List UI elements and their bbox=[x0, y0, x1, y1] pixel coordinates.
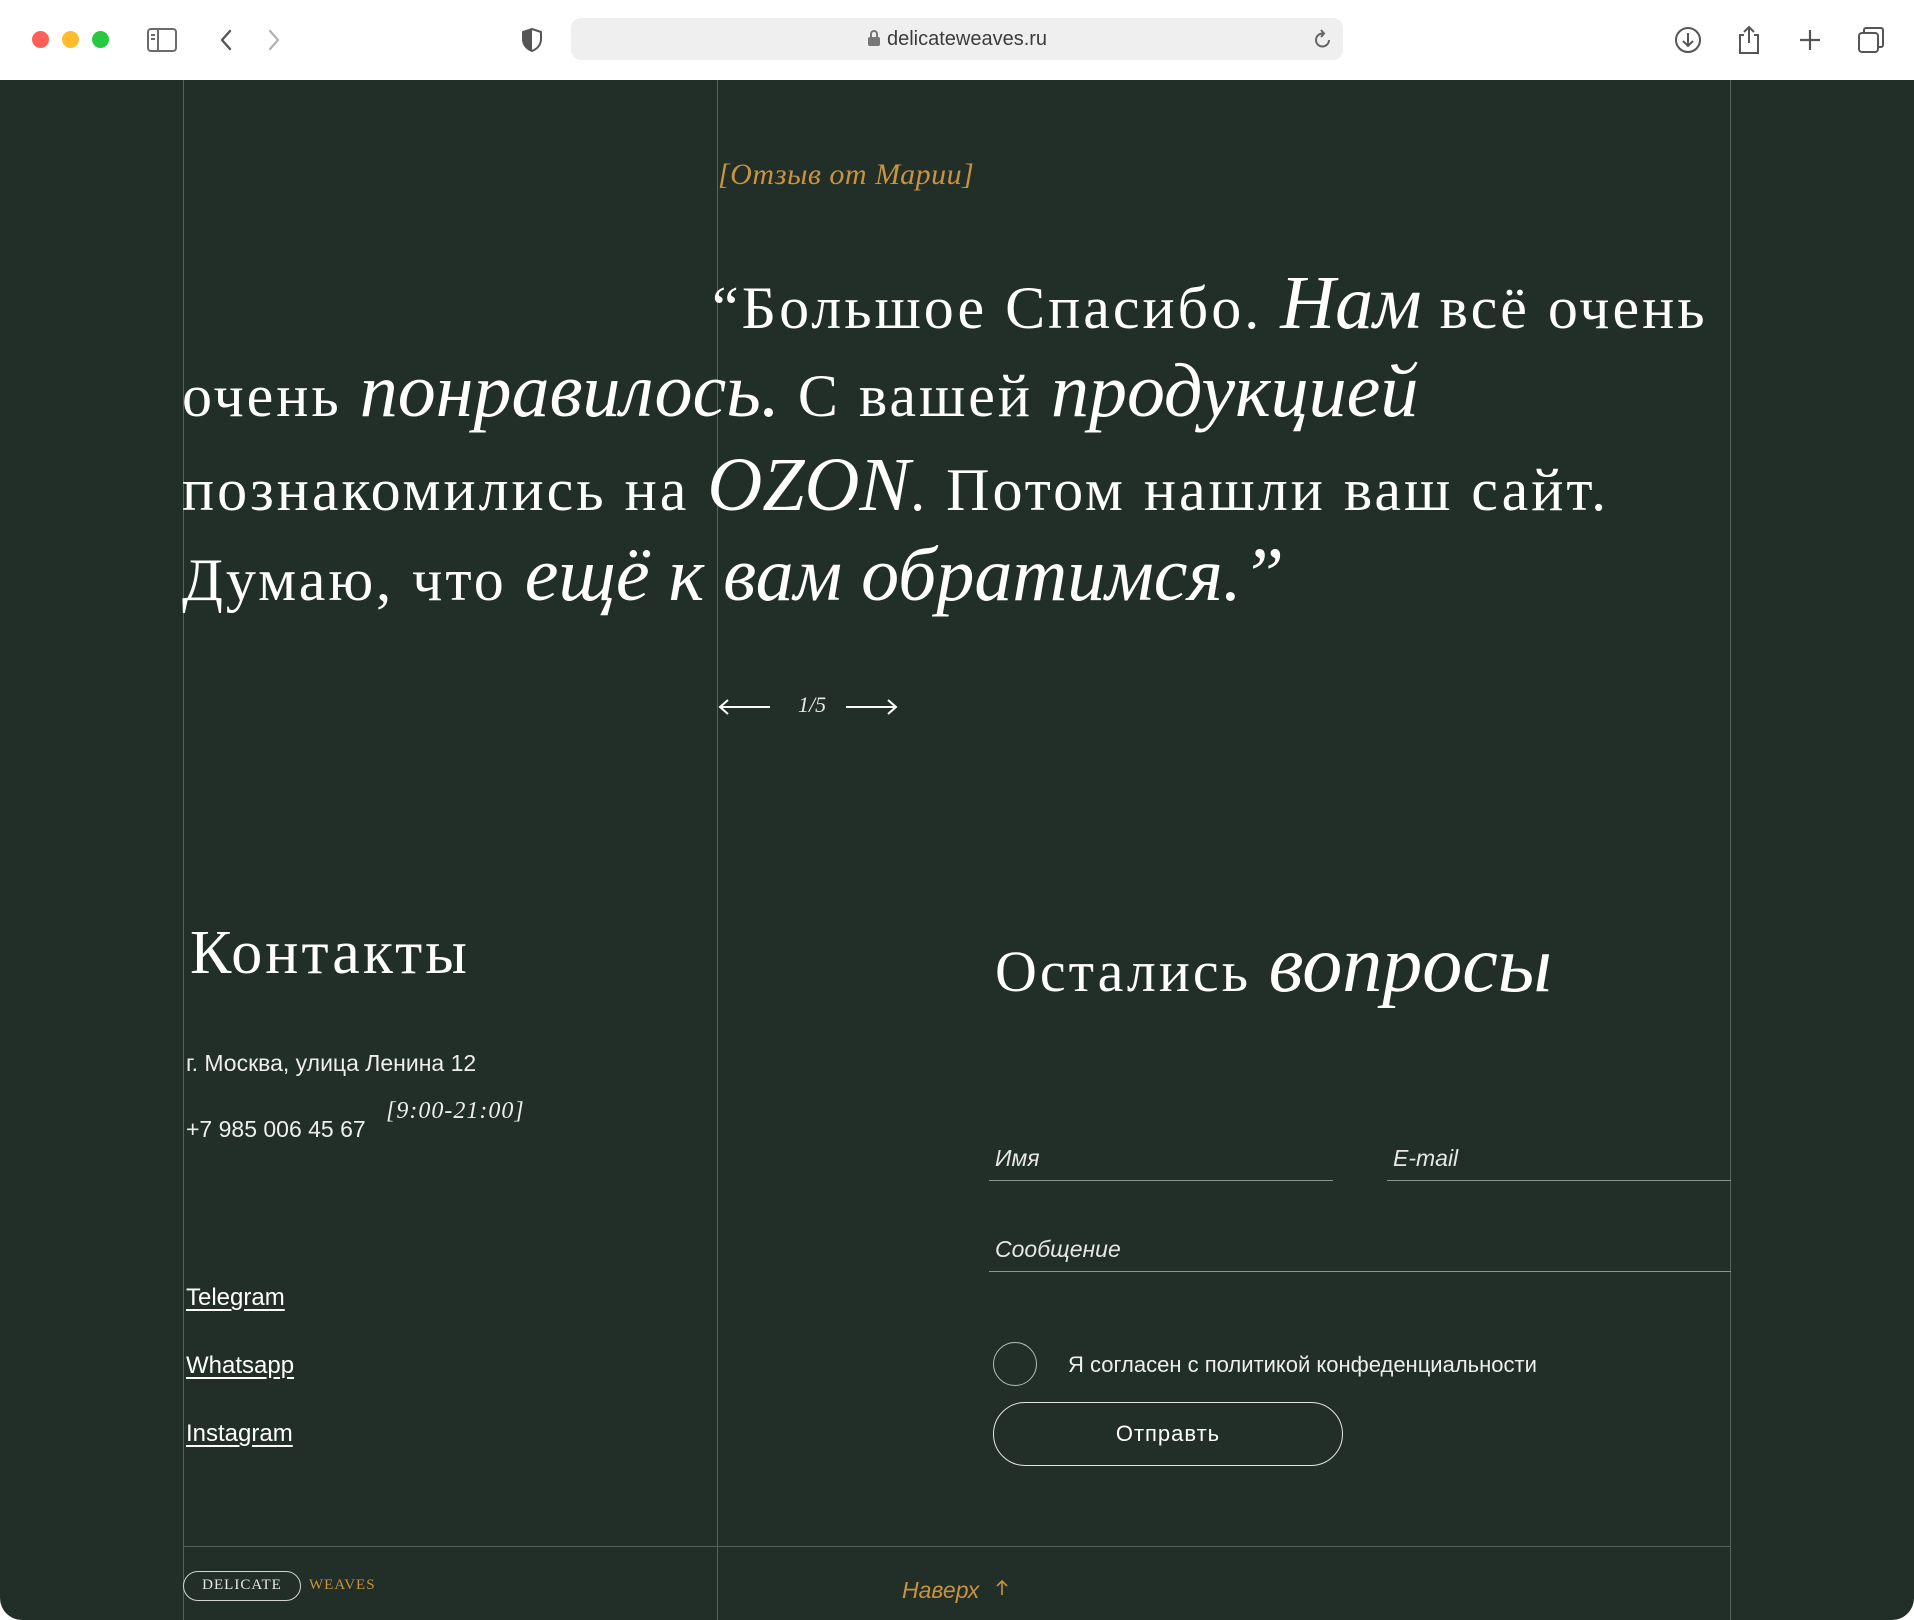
submit-button[interactable]: Отправть bbox=[993, 1402, 1343, 1466]
privacy-shield-icon[interactable] bbox=[518, 22, 546, 58]
name-input[interactable] bbox=[989, 1136, 1333, 1180]
consent-label: Я согласен с политикой конфеденциальност… bbox=[1068, 1352, 1537, 1377]
download-icon[interactable] bbox=[1672, 22, 1704, 58]
grid-line bbox=[1730, 80, 1731, 1620]
message-field bbox=[989, 1227, 1731, 1272]
contact-hours: [9:00-21:00] bbox=[386, 1098, 525, 1124]
review-quote-line: “Большое Спасибо. Нам всё очень bbox=[712, 261, 1708, 345]
sidebar-icon[interactable] bbox=[146, 22, 178, 58]
lock-icon bbox=[867, 20, 881, 62]
minimize-window-button[interactable] bbox=[62, 31, 79, 48]
email-input[interactable] bbox=[1387, 1136, 1731, 1180]
review-counter: 1/5 bbox=[798, 692, 827, 717]
reload-icon[interactable] bbox=[1313, 28, 1333, 55]
name-field bbox=[989, 1136, 1333, 1181]
review-author: [Отзыв от Марии] bbox=[718, 158, 975, 191]
back-to-top-link[interactable]: Наверх bbox=[902, 1577, 979, 1604]
next-review-arrow-icon[interactable] bbox=[844, 692, 898, 722]
contact-address: г. Москва, улица Ленина 12 bbox=[186, 1050, 477, 1076]
forward-icon[interactable] bbox=[262, 22, 286, 58]
share-icon[interactable] bbox=[1734, 22, 1764, 58]
back-icon[interactable] bbox=[214, 22, 238, 58]
message-input[interactable] bbox=[989, 1227, 1731, 1271]
review-quote-line: очень понравилось. С вашей продукцией bbox=[182, 349, 1419, 433]
browser-toolbar: delicateweaves.ru bbox=[0, 0, 1914, 81]
review-quote-line: Думаю, что ещё к вам обратимся.” bbox=[182, 533, 1285, 617]
contacts-title: Контакты bbox=[190, 919, 470, 987]
grid-line bbox=[183, 80, 184, 1620]
telegram-link[interactable]: Telegram bbox=[186, 1284, 285, 1312]
close-window-button[interactable] bbox=[32, 31, 49, 48]
new-tab-icon[interactable] bbox=[1796, 22, 1824, 58]
tab-overview-icon[interactable] bbox=[1856, 22, 1886, 58]
footer-divider bbox=[183, 1546, 1731, 1547]
whatsapp-link[interactable]: Whatsapp bbox=[186, 1352, 294, 1380]
arrow-up-icon[interactable] bbox=[995, 1579, 1009, 1602]
logo-delicate[interactable]: DELICATE bbox=[183, 1571, 301, 1601]
page-content: [Отзыв от Марии] “Большое Спасибо. Нам в… bbox=[0, 80, 1914, 1620]
consent-checkbox[interactable] bbox=[993, 1342, 1037, 1386]
maximize-window-button[interactable] bbox=[92, 31, 109, 48]
questions-title: Остались вопросы bbox=[995, 921, 1552, 1009]
address-bar[interactable]: delicateweaves.ru bbox=[571, 18, 1343, 60]
review-quote-line: познакомились на OZON. Потом нашли ваш с… bbox=[182, 443, 1610, 527]
contact-phone[interactable]: +7 985 006 45 67 bbox=[186, 1116, 366, 1143]
logo-weaves[interactable]: WEAVES bbox=[309, 1577, 376, 1594]
url-text: delicateweaves.ru bbox=[886, 28, 1048, 50]
review-slider-nav: 1/5 bbox=[718, 692, 898, 722]
email-field bbox=[1387, 1136, 1731, 1181]
instagram-link[interactable]: Instagram bbox=[186, 1420, 293, 1448]
prev-review-arrow-icon[interactable] bbox=[718, 692, 772, 722]
